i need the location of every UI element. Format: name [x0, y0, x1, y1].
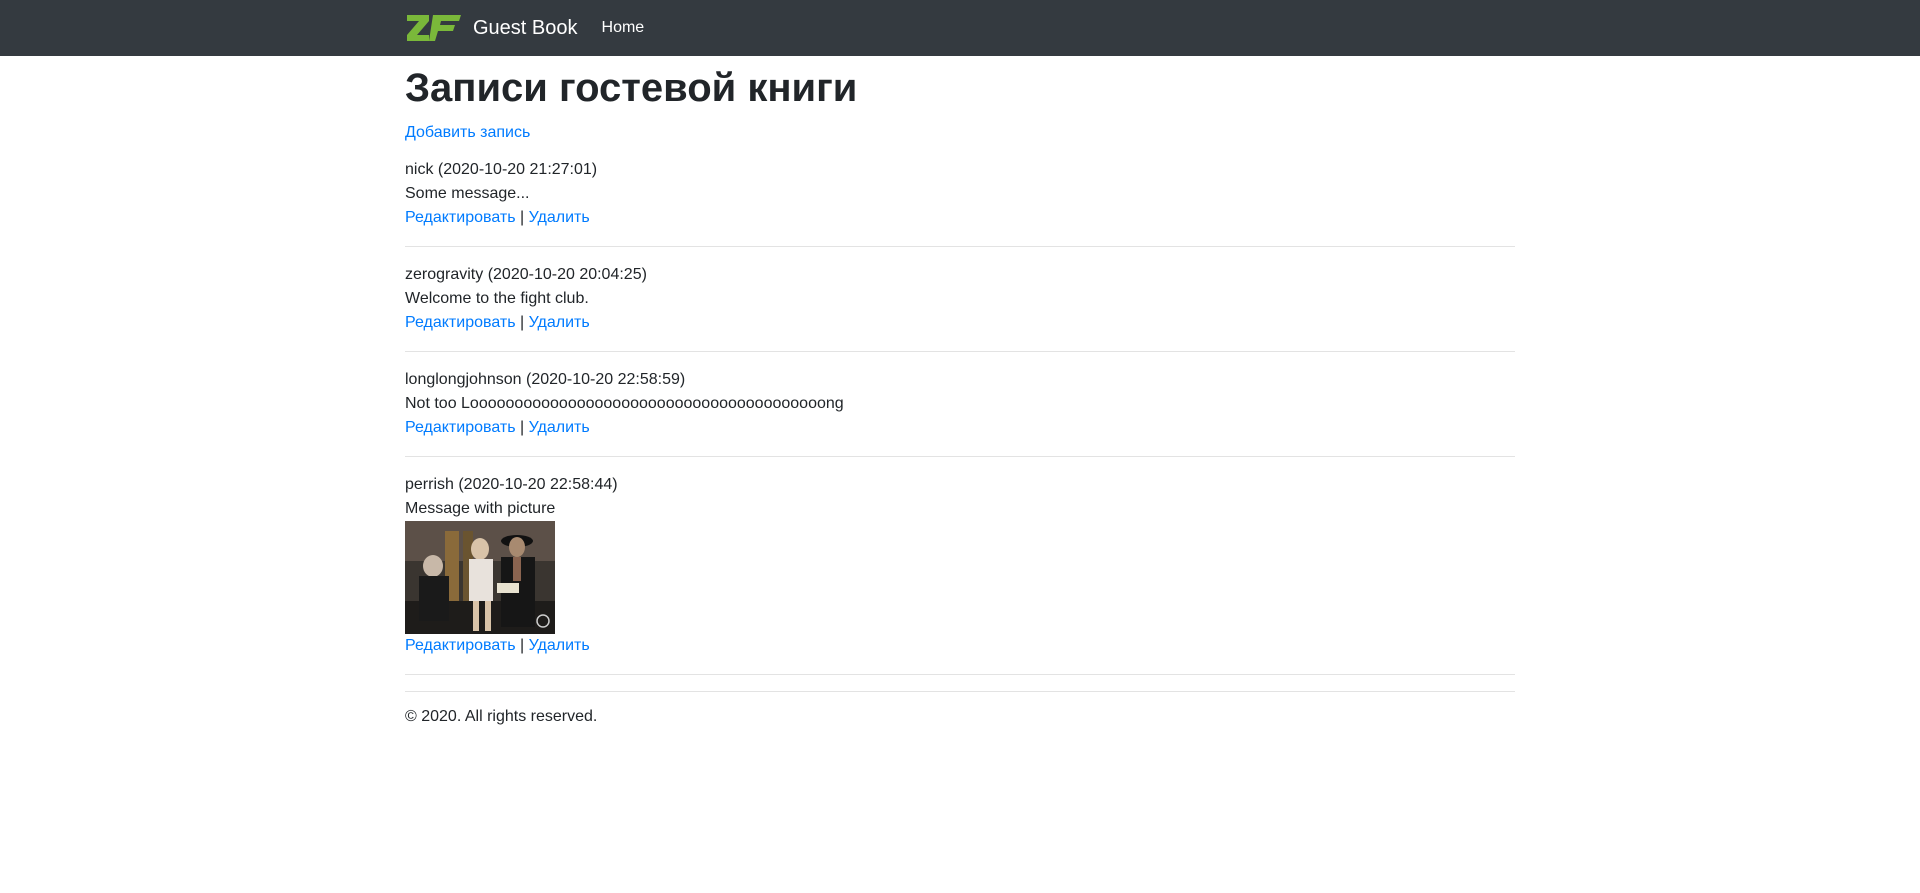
entry-header: longlongjohnson (2020-10-20 22:58:59): [405, 371, 686, 388]
top-navbar: Guest Book Home: [0, 0, 1920, 56]
edit-link[interactable]: Редактировать: [405, 314, 516, 331]
brand-title: Guest Book: [473, 16, 578, 39]
entry-actions: Редактировать | Удалить: [405, 416, 1515, 440]
add-entry-link[interactable]: Добавить запись: [405, 124, 530, 142]
entry-message: Some message...: [405, 185, 530, 202]
delete-link[interactable]: Удалить: [529, 209, 590, 226]
edit-link[interactable]: Редактировать: [405, 209, 516, 226]
delete-link[interactable]: Удалить: [529, 637, 590, 654]
guestbook-entry: perrish (2020-10-20 22:58:44) Message wi…: [405, 473, 1515, 675]
guestbook-entry: longlongjohnson (2020-10-20 22:58:59) No…: [405, 368, 1515, 457]
entry-actions: Редактировать | Удалить: [405, 206, 1515, 230]
main-content: Записи гостевой книги Добавить запись ni…: [405, 64, 1515, 726]
entry-picture: [405, 521, 555, 634]
brand-link[interactable]: Guest Book: [405, 13, 578, 43]
action-separator: |: [519, 419, 529, 436]
delete-link[interactable]: Удалить: [529, 314, 590, 331]
entry-message: Message with picture: [405, 500, 556, 517]
entry-header: perrish (2020-10-20 22:58:44): [405, 476, 618, 493]
footer-copyright: © 2020. All rights reserved.: [405, 708, 598, 725]
entry-header: nick (2020-10-20 21:27:01): [405, 161, 598, 178]
action-separator: |: [519, 314, 529, 331]
action-separator: |: [519, 209, 529, 226]
edit-link[interactable]: Редактировать: [405, 637, 516, 654]
zf-logo-icon: [407, 15, 461, 41]
action-separator: |: [519, 637, 529, 654]
entry-header: zerogravity (2020-10-20 20:04:25): [405, 266, 647, 283]
nav-home[interactable]: Home: [602, 19, 645, 37]
page-title: Записи гостевой книги: [405, 66, 858, 110]
edit-link[interactable]: Редактировать: [405, 419, 516, 436]
guestbook-entry: nick (2020-10-20 21:27:01) Some message.…: [405, 158, 1515, 247]
entry-actions: Редактировать | Удалить: [405, 634, 1515, 658]
entry-message: Not too Looooooooooooooooooooooooooooooo…: [405, 395, 844, 412]
footer: © 2020. All rights reserved.: [405, 691, 1515, 726]
delete-link[interactable]: Удалить: [529, 419, 590, 436]
entry-actions: Редактировать | Удалить: [405, 311, 1515, 335]
guestbook-entry: zerogravity (2020-10-20 20:04:25) Welcom…: [405, 263, 1515, 352]
entry-message: Welcome to the fight club.: [405, 290, 589, 307]
